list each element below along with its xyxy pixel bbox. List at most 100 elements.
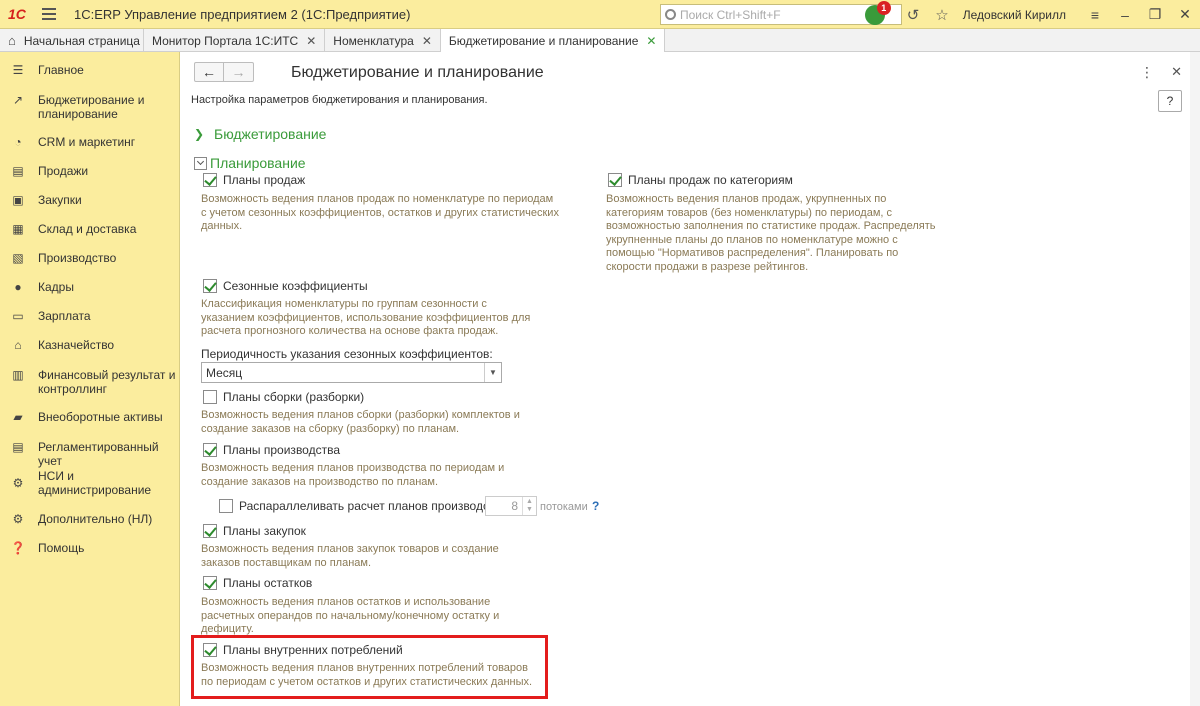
sidebar-item-label: Внеоборотные активы — [38, 410, 163, 424]
notifications-icon[interactable]: 1 — [864, 0, 891, 25]
sales-by-category-checkbox[interactable]: Планы продаж по категориям — [608, 173, 793, 187]
sidebar-item-sales[interactable]: ▤ Продажи — [0, 164, 180, 178]
periodicity-value: Месяц — [206, 365, 243, 380]
user-name[interactable]: Ледовский Кирилл — [963, 8, 1066, 22]
internal-plans-checkbox[interactable]: Планы внутренних потреблений — [203, 643, 403, 657]
page-subtitle: Настройка параметров бюджетирования и пл… — [191, 94, 488, 106]
sidebar-item-reg-accounting[interactable]: ▤ Регламентированный учет — [0, 440, 180, 468]
sidebar-item-label: CRM и маркетинг — [38, 135, 136, 149]
minimize-icon[interactable]: – — [1110, 7, 1140, 23]
parallel-calc-checkbox[interactable]: Распараллеливать расчет планов производс… — [219, 499, 507, 513]
tab-close-icon[interactable]: ✕ — [306, 34, 316, 48]
sidebar-item-label: Продажи — [38, 164, 89, 178]
main-menu-icon[interactable] — [42, 8, 62, 20]
tab-home[interactable]: ⌂ Начальная страница — [0, 29, 144, 52]
checkbox-box[interactable] — [203, 443, 217, 457]
app-logo: 1С — [8, 6, 26, 22]
sidebar-item-budgeting[interactable]: ↗ Бюджетирование и планирование — [0, 93, 180, 121]
tab-label: Монитор Портала 1С:ИТС — [152, 33, 299, 48]
close-icon[interactable]: ✕ — [1170, 6, 1200, 23]
checkbox-box[interactable] — [608, 173, 622, 187]
sales-by-category-desc: Возможность ведения планов продаж, укруп… — [606, 193, 936, 273]
sidebar-item-label: Закупки — [38, 193, 82, 207]
checkbox-box[interactable] — [219, 499, 233, 513]
notifications-badge: 1 — [876, 0, 891, 15]
truck-icon: ▣ — [12, 193, 24, 207]
periodicity-label: Периодичность указания сезонных коэффици… — [201, 347, 493, 361]
checkbox-box[interactable] — [203, 390, 217, 404]
stock-plans-checkbox[interactable]: Планы остатков — [203, 576, 312, 590]
help-button[interactable]: ? — [1158, 90, 1182, 112]
seasonal-checkbox[interactable]: Сезонные коэффициенты — [203, 279, 368, 293]
chevron-right-icon: ❯ — [194, 127, 205, 141]
sidebar-item-crm[interactable]: ◔ CRM и маркетинг — [0, 135, 180, 149]
assets-icon: ▰ — [13, 410, 23, 424]
production-desc: Возможность ведения планов производства … — [201, 462, 505, 488]
ledger-icon: ▤ — [12, 440, 24, 454]
forward-arrow-icon[interactable]: → — [224, 63, 253, 81]
assembly-plans-checkbox[interactable]: Планы сборки (разборки) — [203, 390, 364, 404]
tab-its-monitor[interactable]: Монитор Портала 1С:ИТС ✕ — [144, 29, 326, 52]
sidebar-item-production[interactable]: ▧ Производство — [0, 251, 180, 265]
sidebar-item-finance[interactable]: ▥ Финансовый результат и контроллинг — [0, 368, 180, 396]
favorites-star-icon[interactable]: ☆ — [935, 6, 948, 24]
checkbox-box[interactable] — [203, 524, 217, 538]
sidebar-item-label: Склад и доставка — [38, 222, 137, 236]
sidebar-item-assets[interactable]: ▰ Внеоборотные активы — [0, 410, 180, 424]
checkbox-box[interactable] — [203, 279, 217, 293]
sidebar-item-help[interactable]: ❓ Помощь — [0, 541, 180, 555]
scrollbar[interactable] — [1190, 52, 1200, 706]
threads-stepper[interactable]: 8 ▲ ▼ — [485, 496, 537, 516]
tab-home-label: Начальная страница — [23, 33, 140, 48]
maximize-icon[interactable]: ❐ — [1140, 6, 1170, 23]
sidebar-item-label: Главное — [38, 63, 84, 77]
parallel-help-icon[interactable]: ? — [592, 499, 599, 513]
sales-plans-desc: Возможность ведения планов продаж по ном… — [201, 193, 559, 232]
sidebar-item-label: Зарплата — [38, 309, 91, 323]
dropdown-arrow-icon[interactable]: ▼ — [484, 363, 501, 382]
sidebar-item-label: Дополнительно (НЛ) — [38, 512, 153, 526]
sidebar-item-treasury[interactable]: ⌂ Казначейство — [0, 338, 180, 352]
threads-suffix: потоками — [540, 501, 588, 513]
tab-budgeting[interactable]: Бюджетирование и планирование ✕ — [440, 29, 666, 52]
form-close-icon[interactable]: ✕ — [1171, 64, 1182, 80]
cart-icon: ▤ — [12, 164, 24, 178]
bank-icon: ⌂ — [14, 338, 22, 352]
tab-nomenclature[interactable]: Номенклатура ✕ — [325, 29, 441, 52]
warehouse-icon: ▦ — [12, 222, 24, 236]
sidebar-item-hr[interactable]: ● Кадры — [0, 280, 180, 294]
group-budgeting[interactable]: ❯ Бюджетирование — [194, 126, 326, 142]
production-plans-checkbox[interactable]: Планы производства — [203, 443, 340, 457]
checkbox-box[interactable] — [203, 576, 217, 590]
group-planning[interactable]: Планирование — [194, 155, 306, 171]
sidebar-item-extra[interactable]: ⚙ Дополнительно (НЛ) — [0, 512, 180, 526]
tab-close-icon[interactable]: ✕ — [422, 34, 432, 48]
sidebar-item-warehouse[interactable]: ▦ Склад и доставка — [0, 222, 180, 236]
sales-plans-checkbox[interactable]: Планы продаж — [203, 173, 305, 187]
purchase-plans-checkbox[interactable]: Планы закупок — [203, 524, 306, 538]
checkbox-box[interactable] — [203, 643, 217, 657]
title-bar: 1С 1С:ERP Управление предприятием 2 (1С:… — [0, 0, 1200, 29]
history-icon[interactable]: ↺ — [907, 6, 920, 24]
group-budgeting-title: Бюджетирование — [214, 126, 327, 142]
back-arrow-icon[interactable]: ← — [195, 63, 225, 81]
stock-desc: Возможность ведения планов остатков и ис… — [201, 596, 500, 635]
sidebar-item-purchases[interactable]: ▣ Закупки — [0, 193, 180, 207]
checkbox-label: Сезонные коэффициенты — [223, 279, 368, 293]
tab-close-icon[interactable]: ✕ — [646, 34, 656, 48]
checkbox-label: Планы остатков — [223, 576, 313, 590]
history-nav: ← → — [194, 62, 254, 82]
sidebar-item-label: Бюджетирование и планирование — [38, 93, 145, 121]
stepper-arrows-icon[interactable]: ▲ ▼ — [522, 497, 536, 515]
settings-menu-icon[interactable]: ≡ — [1080, 7, 1110, 23]
checkbox-label: Планы продаж — [223, 173, 306, 187]
sidebar-item-admin[interactable]: ⚙ НСИ и администрирование — [0, 469, 180, 497]
checkbox-box[interactable] — [203, 173, 217, 187]
sidebar-item-main[interactable]: ☰ Главное — [0, 63, 180, 77]
periodicity-select[interactable]: Месяц ▼ — [201, 362, 502, 383]
app-title: 1С:ERP Управление предприятием 2 (1С:Пре… — [74, 6, 411, 22]
sidebar-item-salary[interactable]: ▭ Зарплата — [0, 309, 180, 323]
more-actions-icon[interactable]: ⋮ — [1140, 64, 1154, 81]
person-icon: ● — [14, 280, 22, 294]
checkbox-label: Планы продаж по категориям — [628, 173, 793, 187]
